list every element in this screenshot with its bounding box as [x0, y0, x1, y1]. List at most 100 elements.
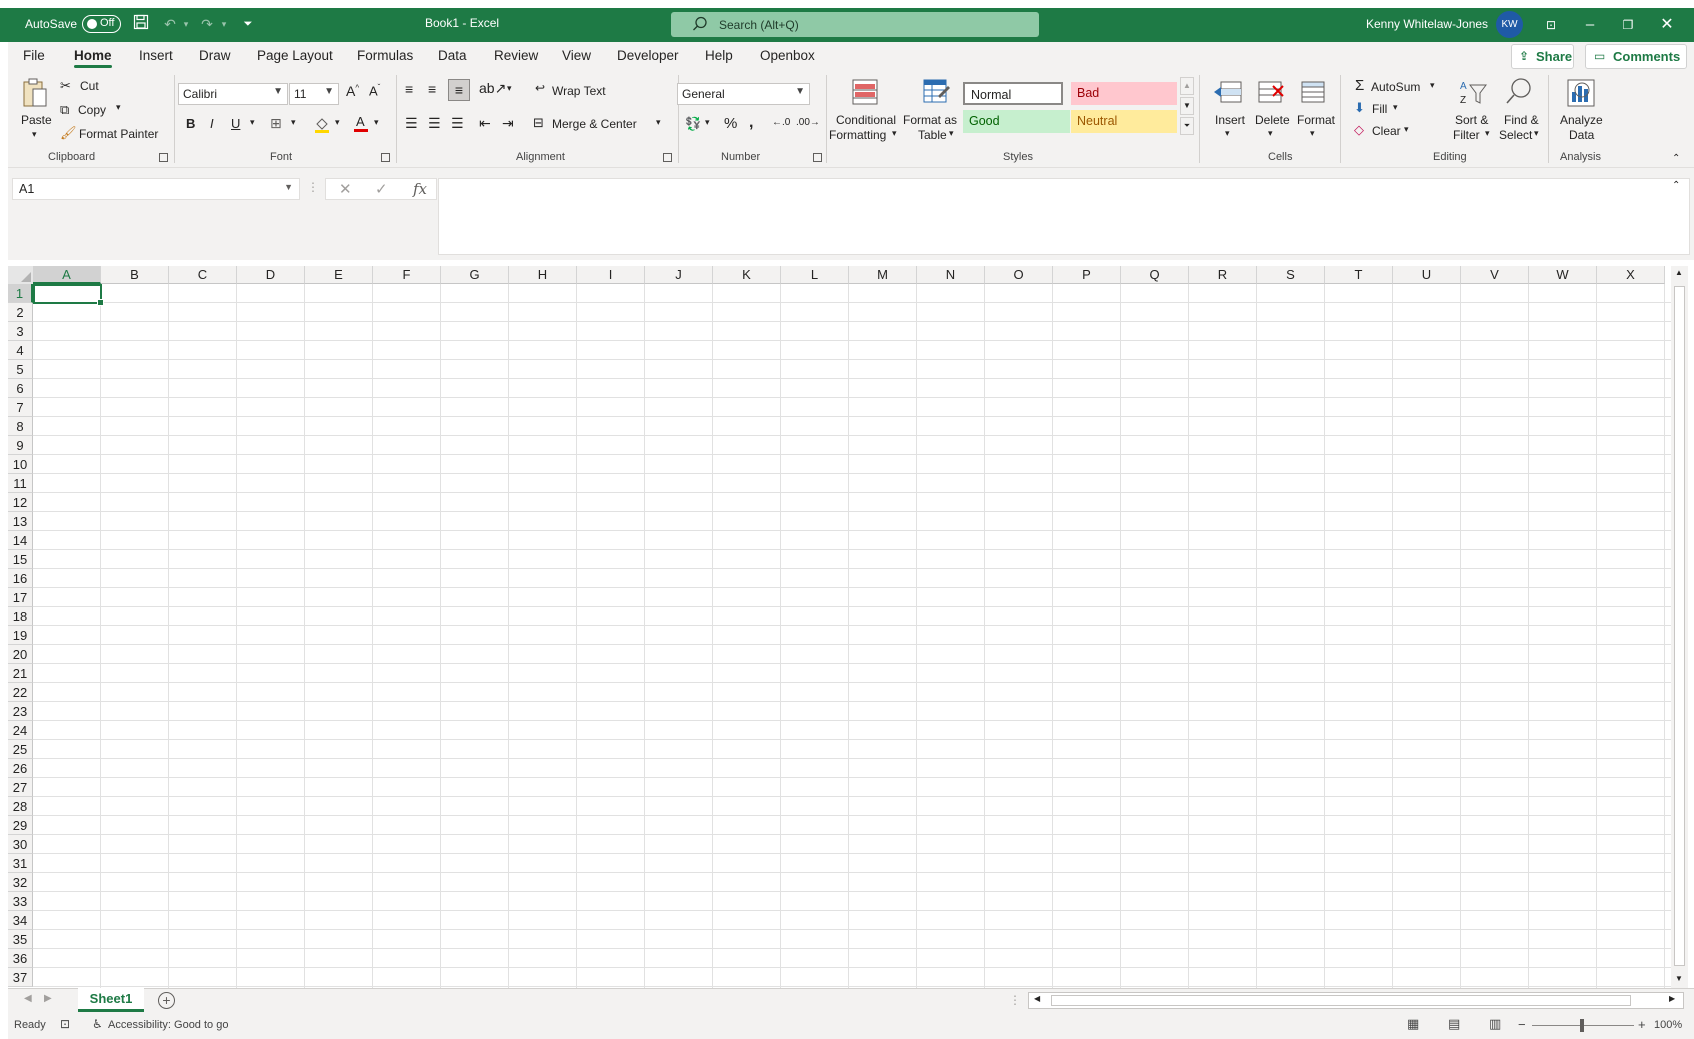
- autosum-button[interactable]: AutoSum: [1371, 80, 1420, 94]
- underline-chevron-down-icon[interactable]: ▾: [250, 117, 255, 128]
- tab-view[interactable]: View: [562, 48, 591, 63]
- cut-button[interactable]: Cut: [80, 79, 99, 93]
- increase-font-size-icon[interactable]: A^: [346, 83, 359, 99]
- row-header[interactable]: 12: [8, 493, 33, 512]
- column-header[interactable]: U: [1393, 266, 1461, 284]
- middle-align-icon[interactable]: ≡: [428, 81, 436, 97]
- fill-color-chevron-down-icon[interactable]: ▾: [335, 117, 340, 128]
- row-header[interactable]: 9: [8, 436, 33, 455]
- fill-button[interactable]: Fill: [1372, 102, 1387, 116]
- bold-button[interactable]: B: [186, 116, 195, 131]
- decrease-font-size-icon[interactable]: Aˇ: [369, 83, 380, 98]
- row-header[interactable]: 21: [8, 664, 33, 683]
- row-header[interactable]: 24: [8, 721, 33, 740]
- borders-icon[interactable]: ⊞: [270, 115, 282, 132]
- normal-view-icon[interactable]: ▦: [1407, 1016, 1419, 1032]
- column-header[interactable]: X: [1597, 266, 1665, 284]
- page-break-view-icon[interactable]: ▥: [1489, 1016, 1501, 1032]
- format-as-table-label-2[interactable]: Table: [918, 128, 947, 142]
- column-header[interactable]: B: [101, 266, 169, 284]
- scroll-left-icon[interactable]: ◀: [1034, 994, 1040, 1003]
- row-header[interactable]: 35: [8, 930, 33, 949]
- align-left-icon[interactable]: ☰: [405, 115, 418, 132]
- sort-filter-button[interactable]: Sort &: [1455, 113, 1488, 127]
- find-select-button[interactable]: Find &: [1504, 113, 1539, 127]
- scroll-up-icon[interactable]: ▲: [1675, 268, 1683, 277]
- column-header[interactable]: G: [441, 266, 509, 284]
- increase-indent-icon[interactable]: ⇥: [502, 115, 514, 132]
- accounting-format-icon[interactable]: 💱: [685, 116, 701, 132]
- column-header[interactable]: D: [237, 266, 305, 284]
- sort-filter-label-2[interactable]: Filter: [1453, 128, 1480, 142]
- macro-recording-icon[interactable]: ⊡: [60, 1017, 70, 1031]
- column-header[interactable]: T: [1325, 266, 1393, 284]
- styles-scroll-down-icon[interactable]: ▼: [1180, 97, 1194, 115]
- row-header[interactable]: 15: [8, 550, 33, 569]
- row-header[interactable]: 37: [8, 968, 33, 987]
- copy-chevron-down-icon[interactable]: ▾: [116, 102, 121, 113]
- styles-scroll-up-icon[interactable]: ▲: [1180, 77, 1194, 95]
- row-header[interactable]: 20: [8, 645, 33, 664]
- font-color-icon[interactable]: A: [353, 113, 369, 133]
- row-header[interactable]: 30: [8, 835, 33, 854]
- scroll-down-icon[interactable]: ▼: [1675, 974, 1683, 983]
- comments-button[interactable]: ▭ Comments: [1585, 44, 1687, 69]
- insert-cells-button[interactable]: Insert: [1215, 113, 1245, 127]
- tab-draw[interactable]: Draw: [199, 48, 231, 63]
- name-box[interactable]: A1 ▼: [12, 178, 300, 200]
- row-header[interactable]: 2: [8, 303, 33, 322]
- row-header[interactable]: 28: [8, 797, 33, 816]
- accessibility-status[interactable]: Accessibility: Good to go: [108, 1019, 228, 1031]
- font-name-dropdown[interactable]: Calibri ▼: [178, 83, 288, 105]
- row-header[interactable]: 25: [8, 740, 33, 759]
- analyze-data-label-2[interactable]: Data: [1569, 128, 1594, 142]
- decrease-indent-icon[interactable]: ⇤: [479, 115, 491, 132]
- column-header[interactable]: I: [577, 266, 645, 284]
- top-align-icon[interactable]: ≡: [405, 81, 413, 97]
- tab-developer[interactable]: Developer: [617, 48, 679, 63]
- format-cells-button[interactable]: Format: [1297, 113, 1335, 127]
- column-header[interactable]: H: [509, 266, 577, 284]
- conditional-formatting-label-2[interactable]: Formatting: [829, 128, 886, 142]
- vertical-scrollbar[interactable]: ▲ ▼: [1671, 266, 1688, 988]
- fill-color-icon[interactable]: [313, 115, 331, 133]
- row-header[interactable]: 34: [8, 911, 33, 930]
- analyze-data-button[interactable]: Analyze: [1560, 113, 1603, 127]
- tab-review[interactable]: Review: [494, 48, 538, 63]
- style-bad[interactable]: Bad: [1071, 82, 1177, 105]
- zoom-level[interactable]: 100%: [1654, 1019, 1682, 1031]
- row-header[interactable]: 17: [8, 588, 33, 607]
- ribbon-display-icon[interactable]: ⊡: [1539, 13, 1563, 37]
- tab-data[interactable]: Data: [438, 48, 467, 63]
- column-header[interactable]: Q: [1121, 266, 1189, 284]
- row-header[interactable]: 33: [8, 892, 33, 911]
- splitter-icon[interactable]: ⋮: [1009, 993, 1021, 1007]
- row-header[interactable]: 22: [8, 683, 33, 702]
- zoom-slider-handle[interactable]: [1580, 1019, 1584, 1032]
- borders-chevron-down-icon[interactable]: ▾: [291, 117, 296, 128]
- increase-decimal-icon[interactable]: ←.0: [772, 117, 790, 128]
- page-layout-view-icon[interactable]: ▤: [1448, 1016, 1460, 1032]
- share-button[interactable]: ⇪ Share: [1511, 44, 1574, 69]
- row-header[interactable]: 32: [8, 873, 33, 892]
- prev-sheet-icon[interactable]: ◀: [24, 993, 32, 1004]
- search-box[interactable]: Search (Alt+Q): [671, 12, 1039, 37]
- column-header[interactable]: E: [305, 266, 373, 284]
- tab-home[interactable]: Home: [74, 48, 112, 68]
- italic-button[interactable]: I: [210, 116, 214, 131]
- restore-icon[interactable]: ❐: [1616, 13, 1640, 37]
- font-color-chevron-down-icon[interactable]: ▾: [374, 117, 379, 128]
- formula-input[interactable]: [438, 178, 1690, 255]
- minimize-icon[interactable]: –: [1578, 13, 1602, 37]
- customize-toolbar-icon[interactable]: ⏷: [238, 14, 258, 34]
- style-neutral[interactable]: Neutral: [1071, 110, 1177, 133]
- cancel-icon[interactable]: ✕: [339, 180, 352, 198]
- conditional-formatting-chevron-down-icon[interactable]: ▾: [892, 128, 897, 139]
- format-as-table-button[interactable]: Format as: [903, 113, 957, 127]
- autosum-chevron-down-icon[interactable]: ▾: [1430, 80, 1435, 91]
- comma-style-icon[interactable]: ,: [749, 114, 753, 132]
- tab-formulas[interactable]: Formulas: [357, 48, 413, 63]
- column-header[interactable]: O: [985, 266, 1053, 284]
- align-center-icon[interactable]: ☰: [428, 115, 441, 132]
- tab-openbox[interactable]: Openbox: [760, 48, 815, 63]
